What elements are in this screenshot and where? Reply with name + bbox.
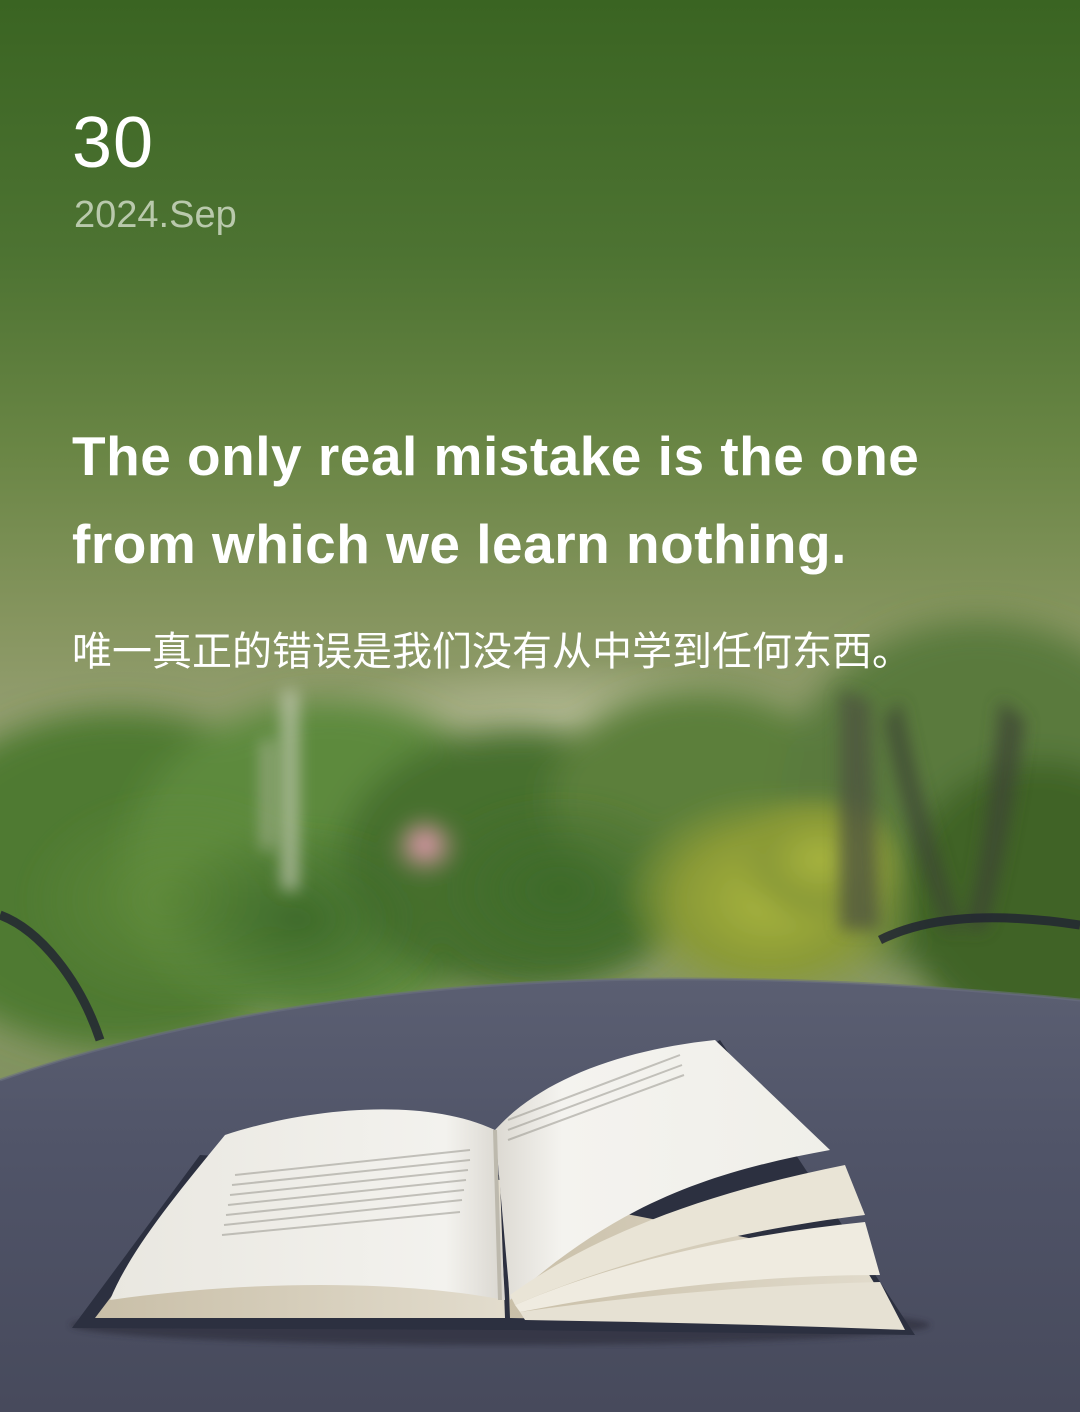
quote-card: 30 2024.Sep The only real mistake is the…	[0, 0, 1080, 1412]
quote-chinese: 唯一真正的错误是我们没有从中学到任何东西。	[72, 629, 912, 675]
date-year-month: 2024.Sep	[74, 194, 237, 236]
date-day: 30	[72, 103, 155, 183]
quote-english: The only real mistake is the one from wh…	[72, 425, 920, 575]
